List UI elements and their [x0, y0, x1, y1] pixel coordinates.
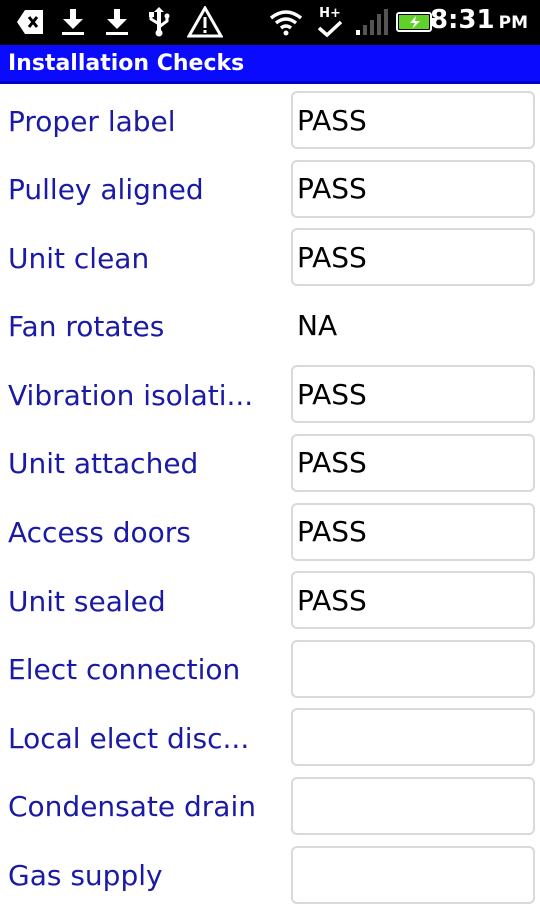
row-value-field[interactable]: PASS [291, 365, 535, 424]
row-value-field[interactable] [291, 639, 535, 698]
checklist-row: Elect connection [0, 636, 540, 705]
row-value-field[interactable]: PASS [291, 91, 535, 149]
checklist-row: Proper label PASS [0, 87, 540, 156]
row-value-field[interactable]: PASS [291, 159, 535, 218]
row-value-field[interactable] [291, 776, 535, 835]
row-label: Unit clean [8, 241, 150, 275]
clock-time: 8:31 [429, 5, 495, 35]
row-label: Condensate drain [8, 790, 256, 824]
status-clock: 8:31 PM [430, 5, 528, 39]
warning-icon [186, 6, 224, 38]
checklist-row: Unit sealed PASS [0, 567, 540, 636]
clock-ampm: PM [498, 13, 528, 33]
status-bar: H+ 8:31 PM [0, 0, 540, 45]
title-bar: Installation Checks [0, 45, 540, 84]
download-icon [58, 6, 88, 38]
row-label: Gas supply [8, 859, 163, 893]
page-title: Installation Checks [8, 50, 245, 76]
checklist-row: Vibration isolati... PASS [0, 361, 540, 430]
row-label: Unit sealed [8, 584, 166, 618]
checklist-row: Access doors PASS [0, 499, 540, 568]
row-value-field[interactable]: PASS [291, 571, 535, 630]
network-type-label: H+ [319, 5, 341, 21]
row-value-field[interactable]: PASS [291, 228, 535, 287]
row-label: Unit attached [8, 447, 199, 481]
row-value-field[interactable] [291, 708, 535, 767]
checklist-row: Pulley aligned PASS [0, 156, 540, 225]
row-label: Access doors [8, 516, 191, 550]
checklist: Proper label PASS Pulley aligned PASS Unit c… [0, 87, 540, 910]
wifi-icon [268, 6, 304, 38]
row-value-field[interactable] [291, 845, 535, 904]
row-label: Elect connection [8, 653, 241, 687]
checklist-row: Local elect disc... [0, 704, 540, 773]
row-label: Proper label [8, 104, 176, 138]
row-value-field[interactable]: NA [291, 296, 535, 355]
signal-icon [352, 6, 392, 38]
row-value-field[interactable]: PASS [291, 502, 535, 561]
checklist-row: Unit clean PASS [0, 224, 540, 293]
row-label: Local elect disc... [8, 721, 250, 755]
row-label: Vibration isolati... [8, 378, 254, 412]
checklist-row: Unit attached PASS [0, 430, 540, 499]
usb-icon [144, 6, 174, 38]
hplus-icon: H+ [312, 6, 348, 38]
back-arrow-icon [14, 6, 46, 38]
row-value-field[interactable]: PASS [291, 433, 535, 492]
checklist-row: Fan rotates NA [0, 293, 540, 362]
download-icon [102, 6, 132, 38]
row-label: Pulley aligned [8, 173, 204, 207]
checklist-row: Condensate drain [0, 773, 540, 842]
row-label: Fan rotates [8, 310, 165, 344]
